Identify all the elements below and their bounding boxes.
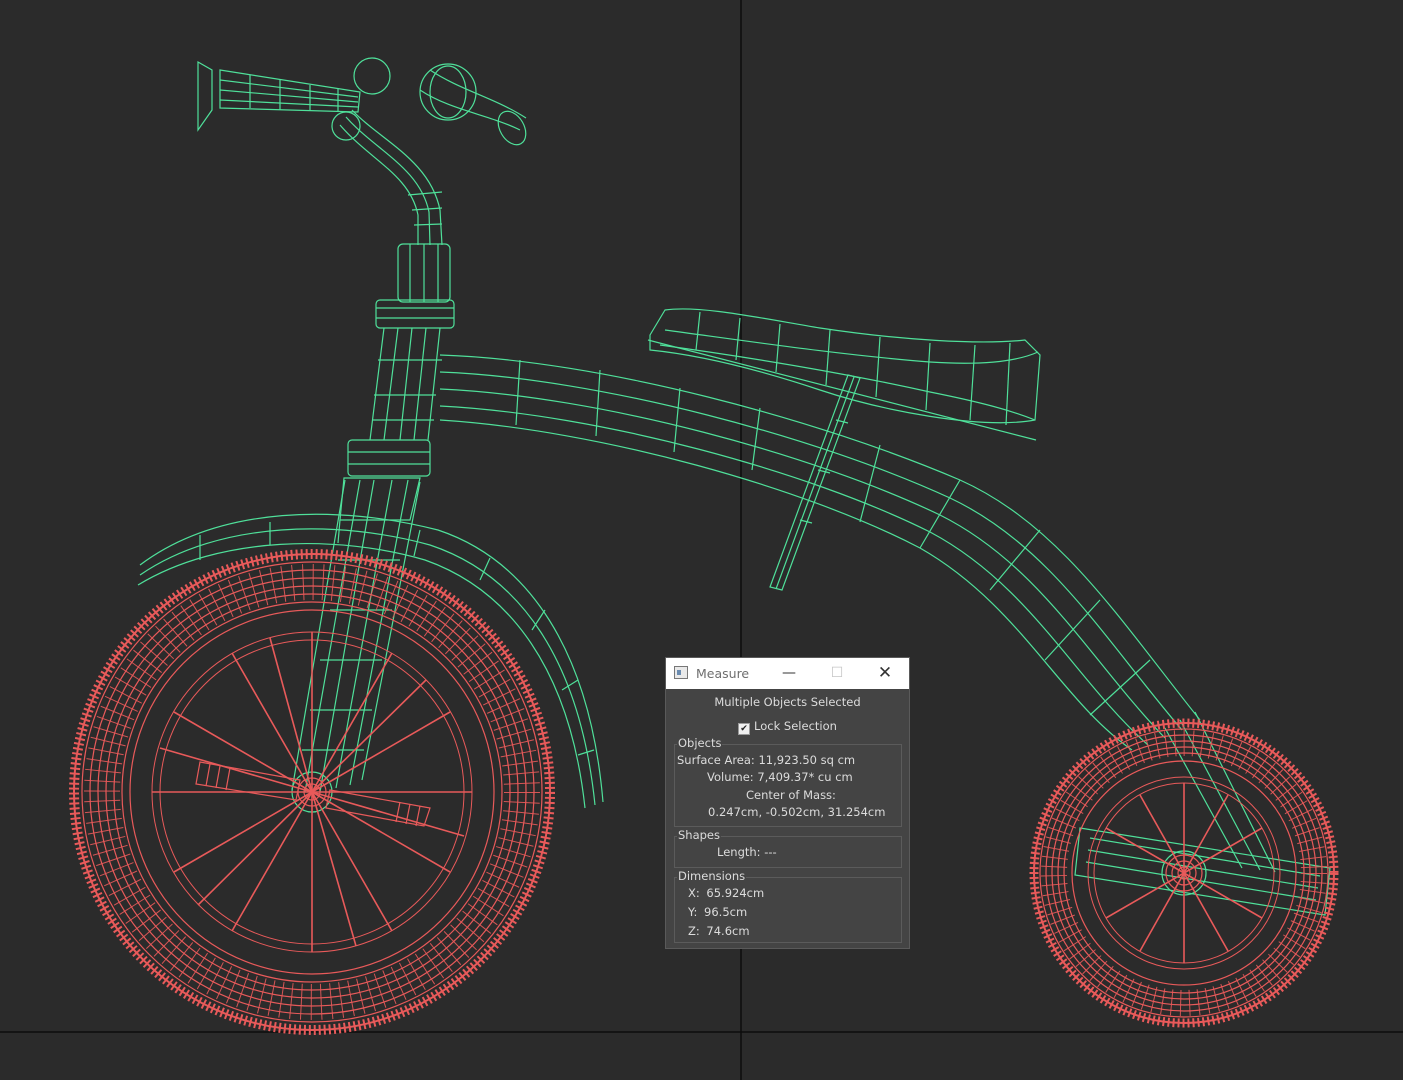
maximize-button[interactable]: ☐ xyxy=(817,658,857,689)
app-icon xyxy=(674,666,688,679)
dimension-x-row: X: 65.924cm xyxy=(688,886,764,900)
dimensions-group-label: Dimensions xyxy=(677,869,747,883)
handlebar xyxy=(197,57,527,246)
dimension-z-row: Z: 74.6cm xyxy=(688,924,750,938)
lock-selection-checkbox[interactable]: ✔ xyxy=(738,723,751,735)
lock-selection[interactable]: ✔ Lock Selection xyxy=(666,719,909,735)
close-button[interactable]: ✕ xyxy=(865,658,905,689)
center-of-mass-label: Center of Mass: xyxy=(746,788,836,802)
rear-wheel xyxy=(1029,718,1339,1028)
objects-group-label: Objects xyxy=(677,736,723,750)
center-of-mass-value: 0.247cm, -0.502cm, 31.254cm xyxy=(708,805,886,819)
shapes-group-label: Shapes xyxy=(677,828,722,842)
volume-label: Volume: xyxy=(707,770,754,784)
surface-area-label: Surface Area: xyxy=(677,753,755,767)
dimension-z-value: 74.6cm xyxy=(706,924,750,938)
window-title: Measure xyxy=(696,666,750,681)
selection-header: Multiple Objects Selected xyxy=(714,695,861,709)
measure-window[interactable]: Measure — ☐ ✕ Multiple Objects Selected … xyxy=(665,657,910,949)
surface-area-value: 11,923.50 sq cm xyxy=(758,753,856,767)
dimension-y-row: Y: 96.5cm xyxy=(688,905,747,919)
measure-titlebar[interactable]: Measure — ☐ ✕ xyxy=(666,658,909,689)
dimension-z-label: Z: xyxy=(688,924,700,938)
length-label: Length: xyxy=(717,845,761,859)
dimension-y-value: 96.5cm xyxy=(704,905,748,919)
front-wheel xyxy=(69,549,555,1035)
dimension-y-label: Y: xyxy=(688,905,698,919)
seat-post xyxy=(769,374,861,591)
surface-area-row: Surface Area: 11,923.50 sq cm xyxy=(677,753,855,767)
dimension-x-label: X: xyxy=(688,886,700,900)
head-tube xyxy=(347,243,455,477)
lock-selection-label: Lock Selection xyxy=(754,719,837,733)
length-row: Length: --- xyxy=(717,845,777,859)
volume-row: Volume: 7,409.37* cu cm xyxy=(707,770,853,784)
volume-value: 7,409.37* cu cm xyxy=(757,770,853,784)
length-value: --- xyxy=(764,845,777,859)
minimize-button[interactable]: — xyxy=(769,658,809,689)
dimension-x-value: 65.924cm xyxy=(706,886,765,900)
